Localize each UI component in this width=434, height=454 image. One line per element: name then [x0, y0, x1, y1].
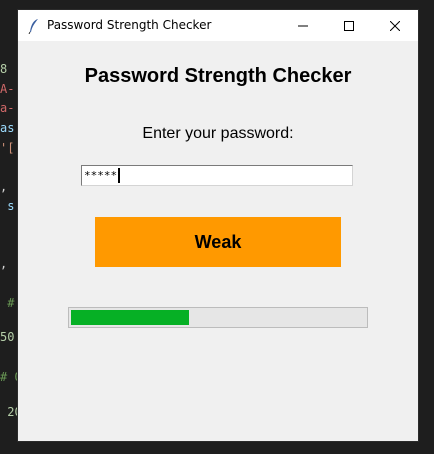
- password-masked-value: *****: [84, 169, 118, 182]
- app-window: Password Strength Checker Password Stren…: [18, 10, 418, 441]
- background-code-line: #: [0, 296, 15, 310]
- background-code-line: as: [0, 121, 15, 135]
- strength-indicator: Weak: [95, 217, 341, 267]
- app-heading: Password Strength Checker: [84, 65, 352, 87]
- background-code-line: # O: [0, 370, 18, 384]
- strength-progress-fill: [71, 310, 189, 325]
- background-code-line: a-: [0, 101, 15, 115]
- password-input[interactable]: *****: [81, 165, 353, 186]
- background-code-line: '[: [0, 141, 15, 155]
- background-code-line: ,: [0, 257, 8, 271]
- close-button[interactable]: [372, 10, 418, 41]
- background-code-line: ,: [0, 180, 8, 194]
- strength-label: Weak: [194, 231, 242, 252]
- background-code-line: A-: [0, 82, 15, 96]
- close-icon: [390, 20, 400, 31]
- text-caret: [118, 168, 121, 183]
- background-code-line: s: [0, 199, 15, 213]
- password-prompt-label: Enter your password:: [142, 125, 294, 142]
- minimize-icon: [298, 25, 308, 26]
- background-editor: 8 A-a-as '[, s, #50 # O 20: [0, 0, 18, 454]
- app-content: Password Strength Checker Enter your pas…: [18, 41, 418, 441]
- feather-icon: [28, 19, 38, 34]
- minimize-button[interactable]: [280, 10, 326, 41]
- title-bar[interactable]: Password Strength Checker: [18, 10, 418, 41]
- maximize-icon: [344, 20, 354, 31]
- window-title: Password Strength Checker: [47, 18, 212, 32]
- background-code-line: 50: [0, 330, 15, 344]
- background-code-line: 20: [7, 405, 18, 419]
- maximize-button[interactable]: [326, 10, 372, 41]
- background-code-line: 8: [0, 62, 8, 76]
- strength-progress-bar: [68, 307, 368, 328]
